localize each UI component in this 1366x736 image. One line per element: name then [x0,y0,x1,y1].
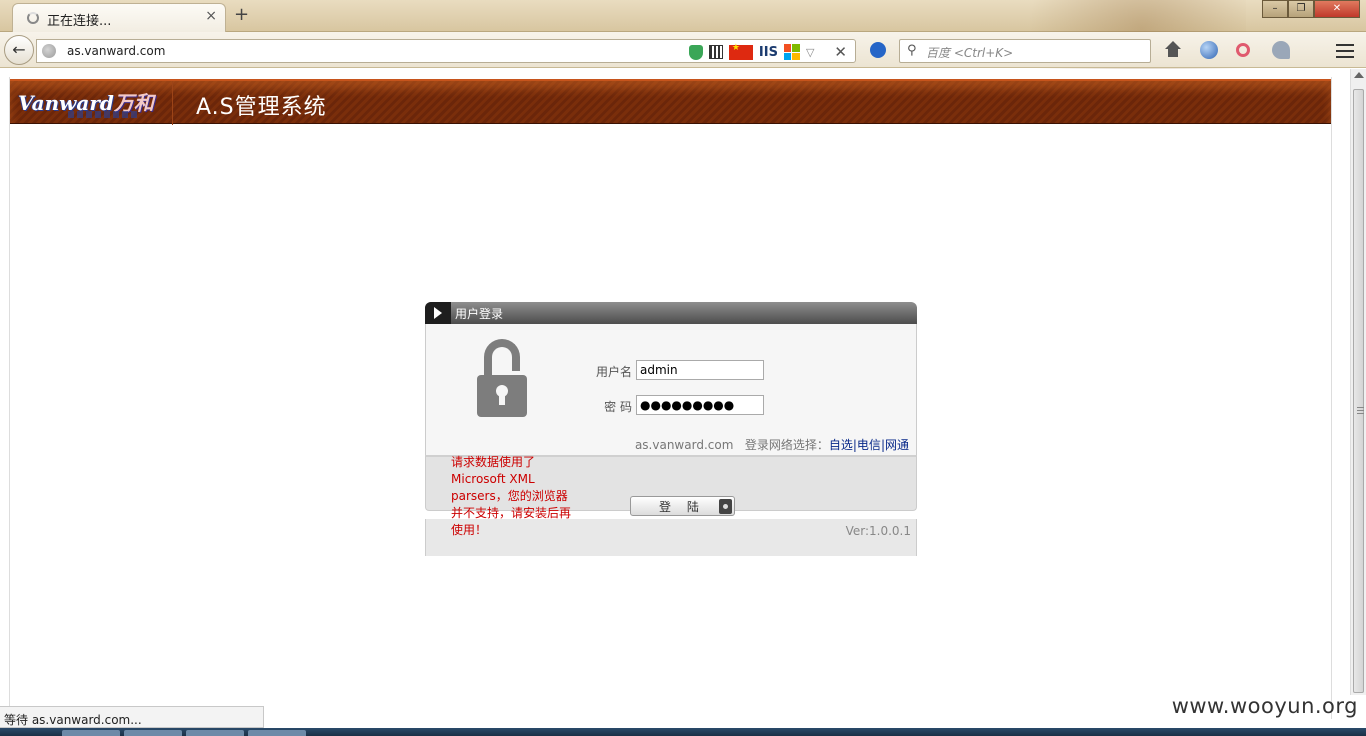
scroll-up-icon[interactable] [1354,72,1364,78]
shield-icon[interactable] [688,44,703,60]
app-title: A.S管理系统 [196,95,327,120]
iis-server-icon[interactable]: IIS [759,45,778,60]
login-title: 用户登录 [455,307,504,321]
taskbar-item[interactable] [186,730,244,736]
search-bar[interactable]: ⚲ 百度 <Ctrl+K> [899,39,1151,63]
extension-icon[interactable] [870,42,886,58]
bubbles-icon[interactable] [1236,43,1250,57]
login-button[interactable]: 登 陆 [630,496,735,516]
scrollbar-thumb[interactable] [1353,89,1364,693]
bird-icon[interactable] [1272,41,1290,59]
error-message: 请求数据使用了Microsoft XML parsers，您的浏览器并不支持，请… [451,455,572,537]
site-identity-icon[interactable] [42,44,56,58]
lock-icon [719,499,732,514]
network-option-telecom[interactable]: 电信 [857,438,881,452]
minimize-button[interactable]: – [1262,0,1288,18]
play-arrow-icon [425,302,451,324]
tab-strip: 正在连接... × + – ❐ ✕ [0,0,1366,70]
globe-icon[interactable] [1200,41,1218,59]
china-flag-icon[interactable] [728,43,753,60]
version-text: Ver:1.0.0.1 [845,524,911,538]
close-window-button[interactable]: ✕ [1314,0,1360,18]
new-tab-button[interactable]: + [234,4,249,25]
status-bar: 等待 as.vanward.com... [0,706,264,728]
network-label: 登录网络选择： [744,438,829,452]
network-option-netcom[interactable]: 网通 [885,438,909,452]
url-text[interactable]: as.vanward.com [67,44,165,58]
taskbar-item[interactable] [248,730,306,736]
logo-subtitle-graphic [68,111,138,118]
qr-code-icon[interactable] [708,45,723,59]
browser-tab[interactable]: 正在连接... × [12,3,226,32]
address-bar[interactable]: as.vanward.com IIS ▽ ✕ [36,39,856,63]
taskbar-item[interactable] [62,730,120,736]
login-form: 用户名 密 码 as.vanward.com 登录网络选择：自选|电信|网通 [425,324,917,455]
username-label: 用户名 [595,365,632,379]
login-panel: 用户登录 用户名 密 码 as.vanward.com 登录网络选择：自选|电信… [425,302,917,556]
header-divider [172,81,173,125]
back-button[interactable]: ← [4,35,34,65]
status-text: 等待 as.vanward.com... [4,713,142,727]
search-icon: ⚲ [907,43,917,58]
hamburger-menu-icon[interactable] [1336,44,1354,58]
loading-spinner-icon [27,12,39,24]
stop-loading-icon[interactable]: ✕ [834,43,847,61]
password-label: 密 码 [604,400,632,414]
home-icon[interactable] [1164,41,1182,59]
windows-logo-icon[interactable] [783,44,800,60]
vanward-logo: Vanward万和 [16,87,171,121]
search-placeholder: 百度 <Ctrl+K> [926,46,1014,60]
address-bar-icons: IIS ▽ ✕ [688,43,847,61]
navigation-toolbar: ← as.vanward.com IIS ▽ ✕ ⚲ 百度 <Ctrl+K> [0,32,1366,68]
dropdown-arrow-icon[interactable]: ▽ [806,46,814,59]
tab-close-icon[interactable]: × [205,8,217,24]
scroll-grip-icon [1357,407,1364,414]
password-input[interactable] [636,395,764,415]
app-header: Vanward万和 A.S管理系统 [10,79,1331,125]
domain-text: as.vanward.com [634,438,734,452]
window-controls: – ❐ ✕ [1262,0,1360,18]
tab-title: 正在连接... [47,14,112,29]
username-input[interactable] [636,360,764,380]
vertical-scrollbar[interactable] [1350,69,1366,695]
watermark: www.wooyun.org [1171,694,1358,718]
maximize-button[interactable]: ❐ [1288,0,1314,18]
network-selector: as.vanward.com 登录网络选择：自选|电信|网通 [635,436,909,453]
login-panel-header: 用户登录 [425,302,917,324]
network-option-auto[interactable]: 自选 [829,438,853,452]
web-page: Vanward万和 A.S管理系统 用户登录 用户名 密 码 as.vanwar… [0,69,1350,719]
taskbar-item[interactable] [124,730,182,736]
unlocked-padlock-icon [477,339,529,417]
